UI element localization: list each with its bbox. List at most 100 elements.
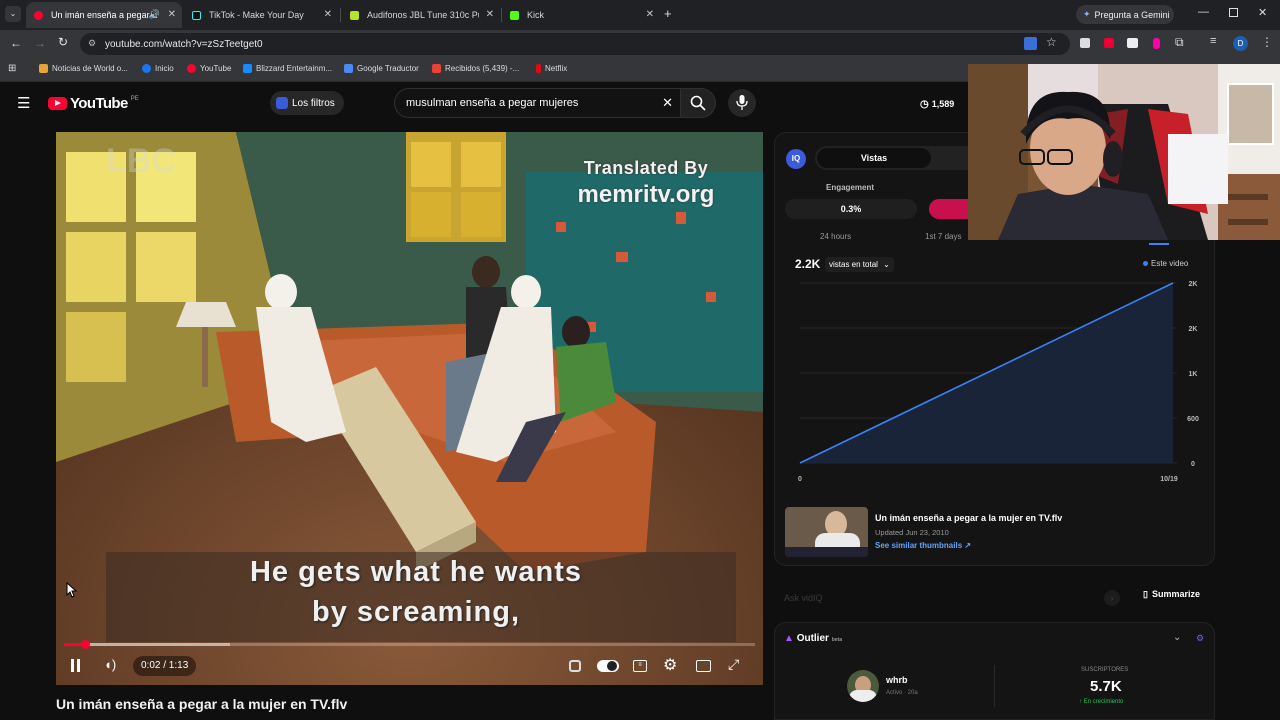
close-tab-icon[interactable]: ✕	[486, 9, 494, 20]
voice-search-button[interactable]	[728, 89, 756, 117]
beta-badge: beta	[831, 637, 842, 643]
forward-icon[interactable]: →	[34, 36, 46, 50]
volume-icon[interactable]: ◖)	[104, 657, 116, 672]
translate-icon[interactable]	[1024, 37, 1037, 50]
close-tab-icon[interactable]: ✕	[324, 9, 332, 20]
browser-tab-jbl[interactable]: Audifonos JBL Tune 310c Pure ✕	[342, 2, 500, 28]
close-tab-icon[interactable]: ✕	[646, 9, 654, 20]
chart-y-tick-label: 2K	[1189, 281, 1198, 288]
channel-avatar[interactable]	[847, 670, 879, 702]
trend-up-icon: ↑	[1079, 699, 1082, 705]
outlier-settings-icon[interactable]: ⚙	[1196, 633, 1204, 644]
chart-y-tick-label: 0	[1191, 461, 1195, 468]
reload-icon[interactable]: ↻	[58, 35, 68, 49]
clock-icon: ◷	[920, 98, 929, 110]
bookmark-item[interactable]: Blizzard Entertainm...	[243, 64, 332, 73]
ask-vidiq-input[interactable]: Ask vidIQ ›	[776, 587, 1128, 609]
summarize-button[interactable]: ▯ Summarize	[1143, 589, 1200, 600]
close-tab-icon[interactable]: ✕	[168, 9, 176, 20]
region-code: PE	[130, 95, 139, 102]
fullscreen-icon[interactable]: ⤢	[728, 656, 739, 673]
pause-icon[interactable]	[70, 659, 82, 673]
captions-icon[interactable]: ≡	[633, 660, 647, 672]
bookmark-item[interactable]: Google Traductor	[344, 64, 419, 73]
gemini-button[interactable]: ✦ Pregunta a Gemini	[1076, 5, 1174, 24]
new-tab-button[interactable]: +	[664, 6, 672, 21]
minimize-button[interactable]: —	[1198, 6, 1209, 18]
close-window-button[interactable]: ✕	[1258, 6, 1267, 19]
bookmark-star-icon[interactable]: ☆	[1046, 35, 1057, 49]
apps-grid-icon[interactable]: ⊞	[8, 63, 16, 74]
address-bar[interactable]: ⚙ youtube.com/watch?v=zSzTeetget0 ☆	[80, 33, 1070, 55]
engagement-label: Engagement	[826, 183, 875, 192]
youtube-logo[interactable]: YouTube PE	[48, 95, 139, 112]
bookmark-label: Netflix	[545, 64, 568, 73]
tab-vistas[interactable]: Vistas	[817, 148, 931, 168]
clear-search-icon[interactable]: ✕	[662, 95, 673, 111]
period-7d[interactable]: 1st 7 days	[925, 232, 961, 241]
chevron-down-icon: ⌄	[883, 260, 890, 269]
extension-icon[interactable]	[1153, 38, 1160, 49]
progress-scrubber[interactable]	[80, 640, 90, 649]
send-arrow-icon[interactable]: ›	[1104, 590, 1120, 606]
profile-avatar[interactable]: D	[1233, 36, 1248, 51]
views-dropdown-label: vistas en total	[829, 260, 878, 269]
time-display: 0:02 / 1:13	[133, 656, 197, 676]
chart-x-tick-label: 0	[798, 476, 802, 483]
gmail-icon	[432, 64, 441, 73]
youtube-favicon-icon	[34, 10, 43, 20]
bookmark-item[interactable]: Netflix	[536, 64, 567, 73]
browser-tab-kick[interactable]: Kick ✕	[502, 2, 660, 28]
extension-icon[interactable]	[1080, 38, 1090, 48]
video-title: Un imán enseña a pegar a la mujer en TV.…	[56, 696, 348, 712]
ask-placeholder: Ask vidIQ	[784, 593, 823, 603]
hamburger-menu-icon[interactable]: ☰	[17, 94, 30, 112]
settings-gear-icon[interactable]: ⚙	[663, 655, 677, 675]
extension-icon[interactable]	[1127, 38, 1138, 48]
channel-name[interactable]: whrb	[886, 675, 908, 685]
progress-track[interactable]	[64, 640, 755, 649]
browser-tab-tiktok[interactable]: TikTok - Make Your Day ✕	[184, 2, 338, 28]
browser-menu-icon[interactable]: ⋮	[1261, 35, 1273, 49]
subs-value: 5.7K	[1090, 678, 1122, 695]
youtube-play-icon	[48, 97, 67, 110]
header-counter[interactable]: ◷ 1,589	[920, 94, 954, 114]
tab-search-button[interactable]: ⌄	[5, 6, 21, 22]
bookmark-item[interactable]: Recibidos (5,439) -...	[432, 64, 519, 73]
bookmark-item[interactable]: Noticias de World o...	[39, 64, 128, 73]
blizzard-icon	[243, 64, 252, 73]
outlier-divider	[994, 665, 995, 707]
search-input[interactable]: musulman enseña a pegar mujeres ✕	[394, 88, 684, 118]
bookmark-item[interactable]: YouTube	[187, 64, 231, 73]
site-info-icon[interactable]: ⚙	[88, 38, 96, 49]
views-dropdown[interactable]: vistas en total ⌄	[825, 257, 894, 272]
tab-title: Audifonos JBL Tune 310c Pure	[367, 10, 479, 20]
filters-button[interactable]: Los filtros	[270, 91, 344, 115]
outlier-icon: ▲	[784, 633, 794, 644]
similar-thumbnails-link[interactable]: See similar thumbnails ↗	[875, 541, 971, 550]
autoplay-toggle[interactable]	[597, 660, 619, 672]
subtitle-line: by screaming,	[311, 596, 521, 628]
video-player[interactable]: LBC Translated By memritv.org He gets wh…	[56, 132, 763, 685]
bookmark-item[interactable]: Inicio	[142, 64, 174, 73]
extension-icon[interactable]	[1104, 38, 1114, 48]
collapse-chevron-icon[interactable]: ⌄	[1173, 632, 1181, 643]
back-icon[interactable]: ←	[10, 36, 22, 50]
period-24h[interactable]: 24 hours	[820, 232, 851, 241]
header-count-value: 1,589	[931, 99, 955, 109]
miniplayer-icon[interactable]	[696, 660, 711, 672]
search-button[interactable]	[680, 88, 716, 118]
webcam-overlay	[968, 64, 1280, 240]
search-query: musulman enseña a pegar mujeres	[406, 97, 579, 109]
browser-tab-youtube[interactable]: Un imán enseña a pegar a 🔊 ✕	[26, 2, 182, 28]
media-controls-icon[interactable]: ≡	[1210, 35, 1216, 47]
extensions-puzzle-icon[interactable]: ⧉	[1175, 35, 1184, 50]
vidiq-player-icon[interactable]	[569, 660, 581, 672]
bookmark-favicon-icon	[39, 64, 48, 73]
video-thumbnail[interactable]	[785, 507, 868, 557]
legend-label: Este video	[1151, 259, 1189, 268]
watermark-line: Translated By	[583, 158, 709, 178]
tab-divider	[340, 8, 341, 22]
restore-button[interactable]	[1229, 8, 1238, 17]
tab-title: Kick	[527, 10, 545, 20]
